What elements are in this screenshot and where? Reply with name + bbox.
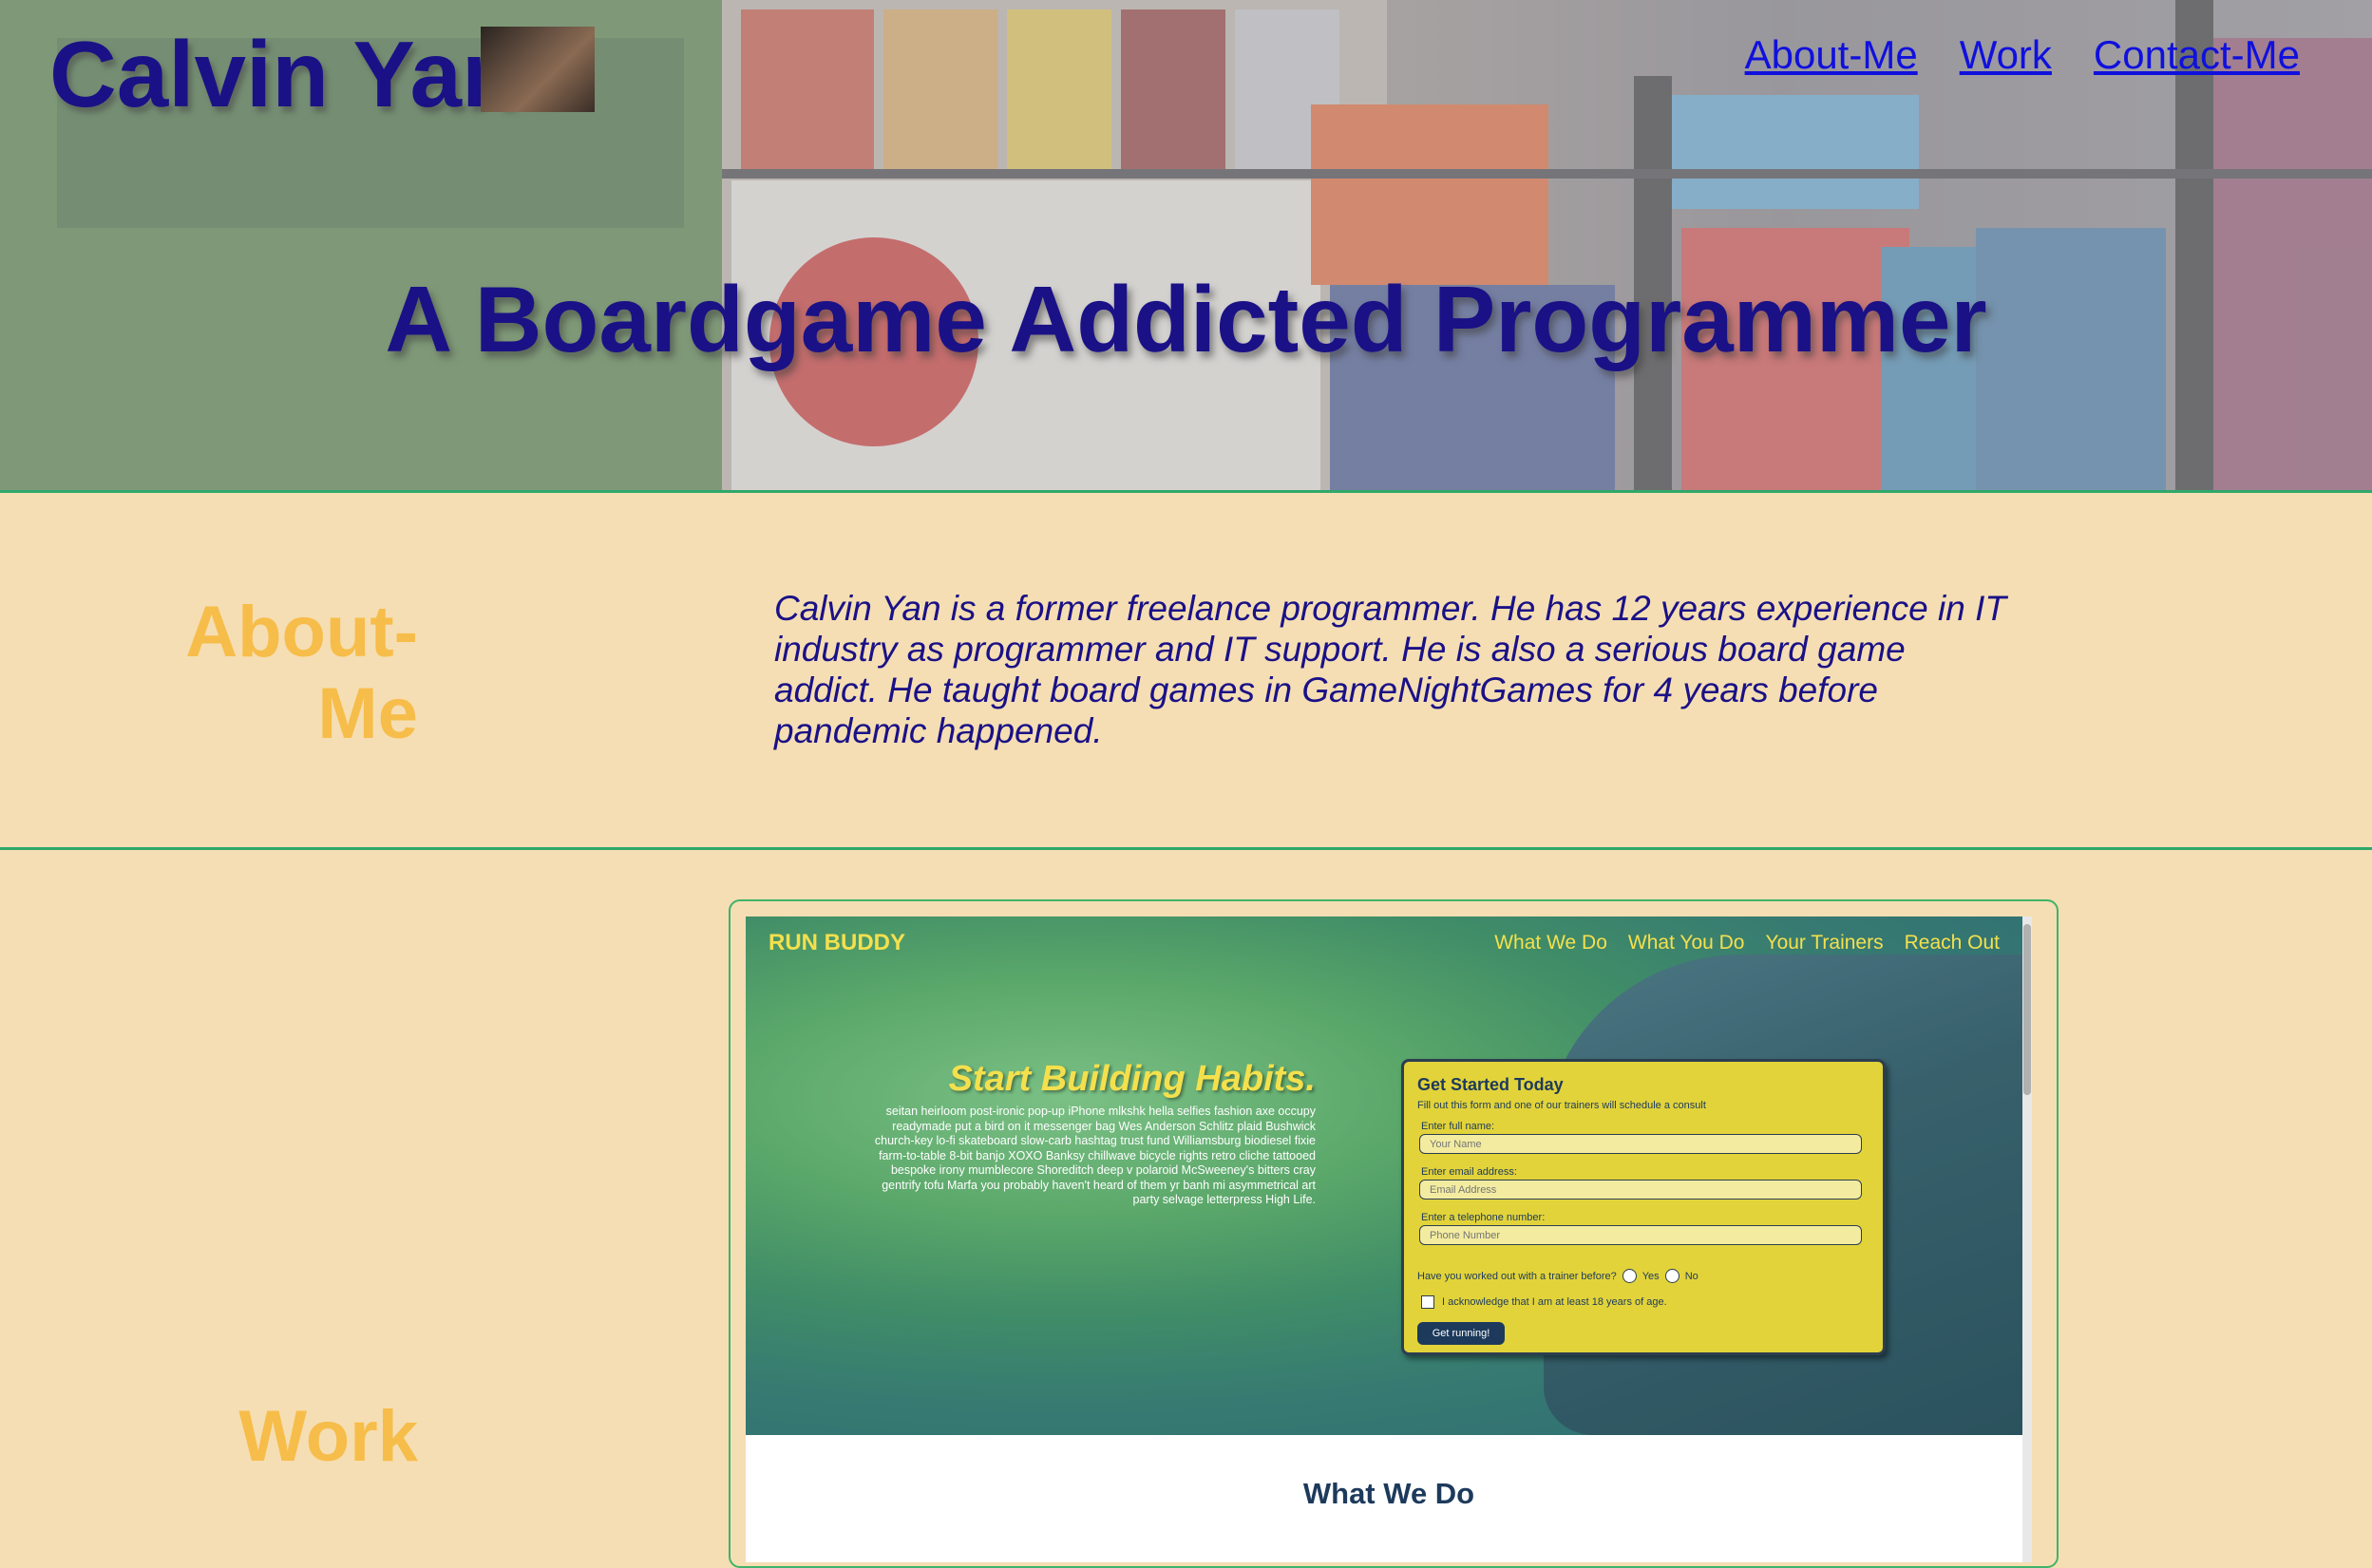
email-label: Enter email address: [1421,1166,1517,1178]
about-section: About-Me Calvin Yan is a former freelanc… [0,493,2372,850]
get-running-button: Get running! [1417,1322,1505,1345]
work-heading: Work [238,1396,418,1477]
age-label: I acknowledge that I am at least 18 year… [1442,1296,1667,1308]
hero-tagline: A Boardgame Addicted Programmer [385,267,1987,371]
run-buddy-logo: RUN BUDDY [769,930,905,955]
cat-avatar-image [481,27,595,112]
run-buddy-nav-item: Your Trainers [1765,932,1884,954]
project-card-run-buddy[interactable]: RUN BUDDY What We Do What You Do Your Tr… [729,899,2059,1568]
hero-header: Calvin Yan About-Me Work Contact-Me A Bo… [0,0,2372,493]
run-buddy-blurb: seitan heirloom post-ironic pop-up iPhon… [874,1105,1316,1206]
about-description: Calvin Yan is a former freelance program… [774,589,2006,750]
age-checkbox [1421,1295,1434,1309]
run-buddy-nav-item: What We Do [1494,932,1607,954]
site-title: Calvin Yan [49,22,519,126]
name-field [1419,1134,1862,1154]
run-buddy-headline: Start Building Habits. [948,1059,1316,1099]
yes-radio [1622,1269,1637,1283]
about-heading: About-Me [185,592,418,754]
nav-link-contact-me[interactable]: Contact-Me [2094,32,2300,78]
what-we-do-heading: What We Do [1302,1477,1475,1510]
run-buddy-signup-form: Get Started Today Fill out this form and… [1401,1059,1886,1355]
run-buddy-nav: What We Do What You Do Your Trainers Rea… [1494,932,2000,954]
trainer-question-text: Have you worked out with a trainer befor… [1417,1270,1617,1282]
name-label: Enter full name: [1421,1121,1495,1132]
no-radio [1664,1269,1679,1283]
phone-label: Enter a telephone number: [1421,1212,1546,1223]
form-subtitle: Fill out this form and one of our traine… [1417,1100,1706,1111]
run-buddy-nav-item: What You Do [1627,932,1745,954]
project-screenshot: RUN BUDDY What We Do What You Do Your Tr… [746,916,2032,1562]
phone-field [1419,1225,1862,1245]
run-buddy-nav-item: Reach Out [1904,932,2000,954]
scroll-thumb [2023,924,2031,1095]
age-acknowledgement: I acknowledge that I am at least 18 year… [1421,1295,1667,1309]
yes-label: Yes [1641,1270,1660,1282]
no-label: No [1684,1270,1698,1282]
email-field [1419,1180,1862,1200]
work-section: Work RUN BUDDY What We Do What You Do Yo… [0,850,2372,1568]
main-nav: About-Me Work Contact-Me [1745,32,2300,78]
nav-link-work[interactable]: Work [1960,32,2052,78]
trainer-question: Have you worked out with a trainer befor… [1417,1269,1698,1283]
form-title: Get Started Today [1417,1075,1564,1094]
screenshot-scrollbar [2022,916,2032,1562]
nav-link-about-me[interactable]: About-Me [1745,32,1918,78]
